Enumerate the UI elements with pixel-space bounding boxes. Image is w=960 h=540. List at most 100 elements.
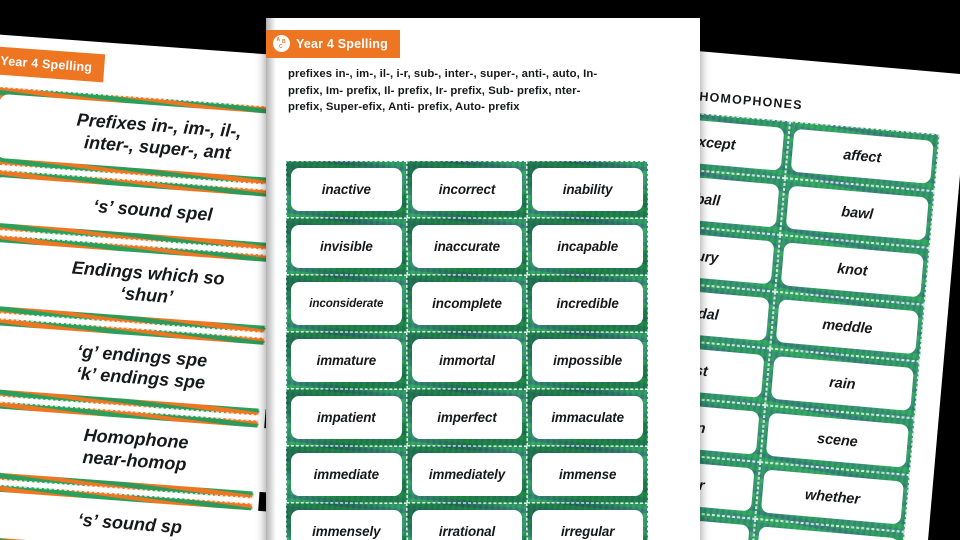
word-label: scene [816,430,859,450]
word-cell[interactable]: incorrect [406,161,528,218]
word-label: immensely [312,524,381,539]
left-card-label: ‘g’ endings spe ‘k’ endings spe [75,341,208,393]
abc-icon-letter-c: C [279,43,283,50]
word-card: irrational [411,510,523,540]
word-label: whether [804,486,861,508]
word-cell[interactable]: incapable [527,218,648,275]
word-card: immensely [291,510,402,540]
abc-icon-letter-a: A [276,37,281,43]
list-item[interactable]: Homophone near-homop [0,398,299,499]
word-cell[interactable]: inaccurate [406,218,528,275]
word-label: irregular [560,524,615,539]
word-cell[interactable]: incomplete [406,275,528,332]
centre-sheet-badge: A B C Year 4 Spelling [266,30,400,58]
word-cell[interactable]: invisible [286,218,407,275]
word-label: immediate [313,467,379,482]
word-cell[interactable]: imperfect [406,389,528,446]
screenshot-canvas: A B C Year 4 Spelling Prefixes in-, im-,… [0,0,960,540]
word-cell[interactable]: inability [527,161,648,218]
word-label: inactive [321,182,371,197]
centre-sheet-heading: prefixes in-, im-, il-, i-r, sub-, inter… [288,68,598,114]
word-cell[interactable]: inactive [286,161,407,218]
left-card-label: ‘s’ sound spel [92,196,214,225]
word-card: inactive [291,168,402,211]
word-label: immortal [439,353,495,368]
left-card: Homophone near-homop [0,406,299,495]
word-label: inability [562,182,613,197]
word-label: irrational [438,524,496,539]
word-label: incomplete [432,296,502,311]
word-label: affect [842,146,882,166]
abc-icon: A B C [273,35,290,52]
word-cell[interactable]: immense [527,446,648,503]
left-card: ‘g’ endings spe ‘k’ endings spe [0,324,305,412]
word-card: whether [760,469,905,525]
word-label: inaccurate [433,239,500,254]
left-card-label: Prefixes in-, im-, il-, inter-, super-, … [76,109,243,163]
word-label: immense [558,467,617,482]
word-cell[interactable]: immaculate [527,389,648,446]
word-card: inaccurate [411,225,523,268]
word-card: meddle [775,299,919,355]
word-card: immaculate [532,396,643,439]
word-label: invisible [319,239,373,254]
word-label: rain [828,374,857,393]
word-card: irregular [532,510,643,540]
centre-card-grid: inactive incorrect inability invisible i… [286,161,648,540]
word-cell[interactable]: impossible [527,332,648,389]
word-cell[interactable]: inconsiderate [286,275,407,332]
left-card-label: Homophone near-homop [81,425,190,475]
word-card: rain [770,355,914,411]
list-item[interactable]: ‘g’ endings spe ‘k’ endings spe [0,315,305,416]
word-label: imperfect [437,410,497,425]
word-cell[interactable]: immediately [406,446,528,503]
word-card: immediate [291,453,402,496]
word-label: impossible [553,353,623,368]
word-label: immature [316,353,377,368]
centre-worksheet-sheet[interactable]: A B C Year 4 Spelling prefixes in-, im-,… [266,18,700,540]
word-card: incomplete [411,282,523,325]
left-card: Endings which so ‘shun’ [0,241,311,329]
word-label: immediately [428,467,506,482]
word-card: scene [765,412,910,468]
word-card: incapable [532,225,643,268]
word-card: knot [780,242,924,298]
word-cell[interactable]: immediate [286,446,407,503]
left-card-label: ‘s’ sound sp [77,509,183,538]
left-card-label: Endings which so ‘shun’ [71,258,226,308]
word-cell[interactable]: immortal [406,332,528,389]
word-label: incredible [556,296,619,311]
word-label: immaculate [551,410,624,425]
list-item[interactable]: Endings which so ‘shun’ [0,233,311,333]
word-cell[interactable]: irrational [406,503,528,540]
left-sheet-badge-label: Year 4 Spelling [0,53,93,74]
word-label: inconsiderate [309,297,384,310]
word-label: bawl [840,203,874,223]
word-card: impossible [532,339,643,382]
word-card: immortal [411,339,523,382]
word-card: impatient [291,396,402,439]
word-cell[interactable]: impatient [286,389,407,446]
word-card: incredible [532,282,643,325]
word-label: knot [836,260,869,280]
left-sheet-rows: Prefixes in-, im-, il-, inter-, super-, … [0,85,322,540]
centre-sheet-badge-label: Year 4 Spelling [296,36,388,51]
word-label: incapable [557,239,619,254]
word-card: immature [291,339,402,382]
word-label: impatient [317,410,376,425]
left-worksheet-sheet[interactable]: A B C Year 4 Spelling Prefixes in-, im-,… [0,31,322,540]
word-cell[interactable]: immature [286,332,407,389]
word-cell[interactable]: irregular [527,503,648,540]
word-card: immediately [411,453,523,496]
word-card: bawl [785,185,929,241]
word-label: incorrect [438,182,496,197]
word-cell[interactable]: incredible [527,275,648,332]
word-card: incorrect [411,168,523,211]
word-label: meddle [821,316,874,337]
word-card: imperfect [411,396,523,439]
word-card: invisible [291,225,402,268]
word-card: affect [790,128,934,184]
word-card: inconsiderate [291,282,402,325]
word-card: inability [532,168,643,211]
word-cell[interactable]: immensely [286,503,407,540]
